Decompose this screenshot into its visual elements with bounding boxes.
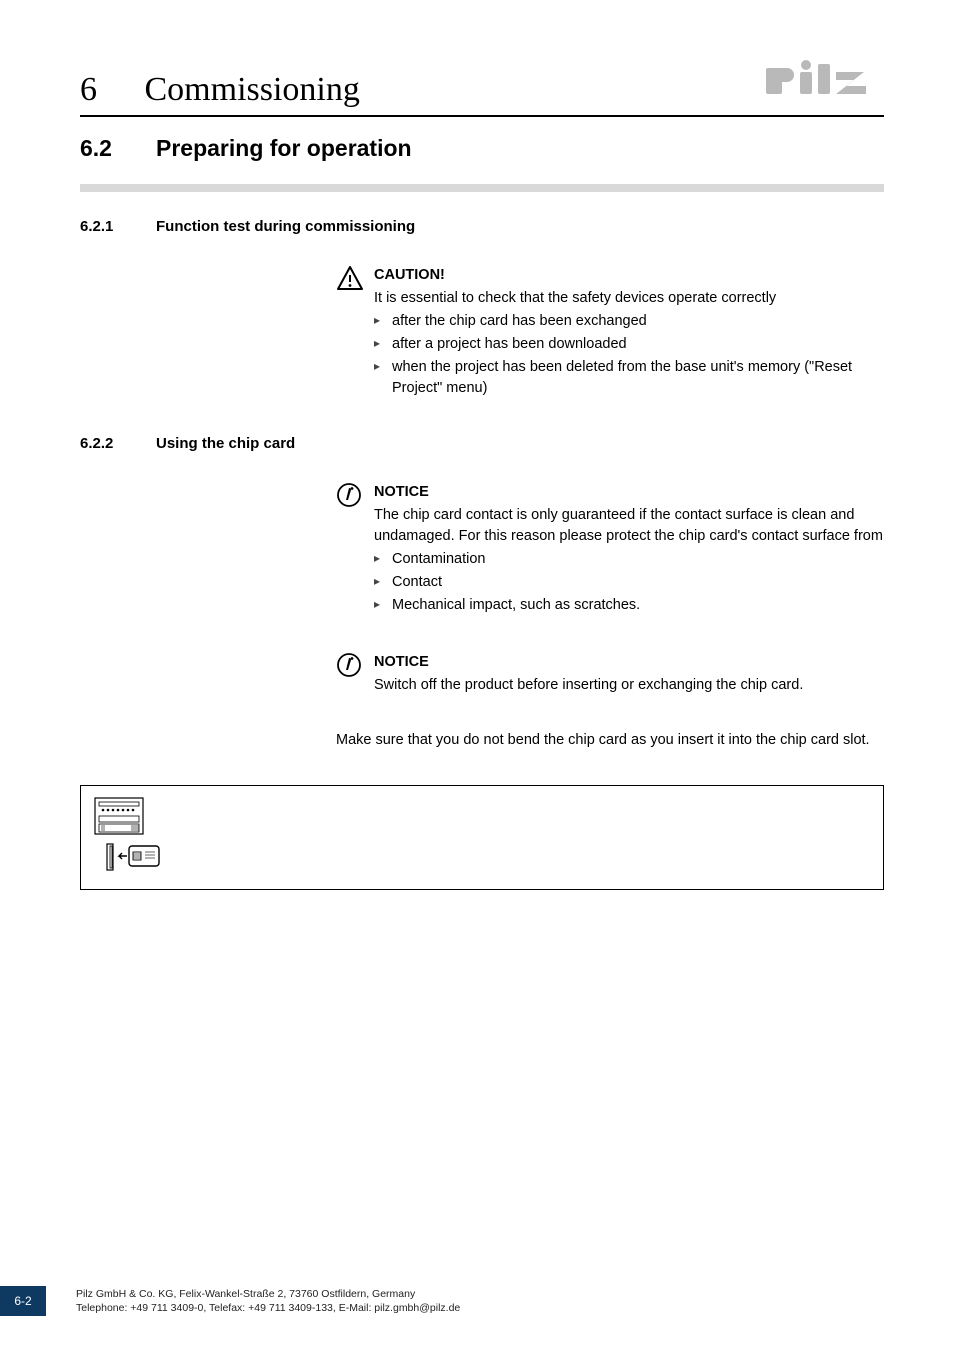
footer-line-1: Pilz GmbH & Co. KG, Felix-Wankel-Straße … (76, 1287, 460, 1301)
chapter-number: 6 (80, 71, 136, 109)
notice-body: Switch off the product before inserting … (374, 675, 803, 696)
caution-icon (336, 265, 374, 401)
footer-text: Pilz GmbH & Co. KG, Felix-Wankel-Straße … (76, 1287, 460, 1315)
list-item: when the project has been deleted from t… (374, 357, 884, 399)
list-item: Contact (374, 572, 884, 593)
notice-block: NOTICE The chip card contact is only gua… (336, 482, 884, 618)
notice-label: NOTICE (374, 652, 803, 673)
chip-card-figure (80, 785, 884, 890)
notice-text: NOTICE Switch off the product before ins… (374, 652, 803, 696)
notice-list: Contamination Contact Mechanical impact,… (374, 549, 884, 616)
subsection-heading: 6.2.1 Function test during commissioning (80, 218, 884, 235)
notice-icon (336, 652, 374, 696)
section-heading: 6.2 Preparing for operation (80, 135, 884, 162)
subsection-title: Function test during commissioning (156, 218, 415, 235)
notice-icon (336, 482, 374, 618)
page: 6 Commissioning 6.2 Preparing for operat… (0, 0, 954, 1350)
list-item: Mechanical impact, such as scratches. (374, 595, 884, 616)
chapter-heading: 6 Commissioning (80, 71, 360, 109)
pilz-logo-icon (766, 60, 884, 107)
section-title: Preparing for operation (156, 135, 412, 162)
caution-block: CAUTION! It is essential to check that t… (336, 265, 884, 401)
caution-text: CAUTION! It is essential to check that t… (374, 265, 884, 401)
chapter-title: Commissioning (145, 71, 360, 108)
list-item: after the chip card has been exchanged (374, 311, 884, 332)
subsection-heading: 6.2.2 Using the chip card (80, 435, 884, 452)
subsection-number: 6.2.2 (80, 435, 156, 452)
list-item: after a project has been downloaded (374, 334, 884, 355)
chip-card-paragraph: Make sure that you do not bend the chip … (336, 730, 884, 751)
caution-label: CAUTION! (374, 265, 884, 286)
subsection-title: Using the chip card (156, 435, 295, 452)
page-footer: 6-2 Pilz GmbH & Co. KG, Felix-Wankel-Str… (0, 1286, 954, 1316)
caution-intro: It is essential to check that the safety… (374, 288, 884, 309)
paragraph-block: Make sure that you do not bend the chip … (336, 730, 884, 751)
notice-body: The chip card contact is only guaranteed… (374, 505, 884, 547)
chip-card-insert-icon (93, 796, 179, 874)
caution-list: after the chip card has been exchanged a… (374, 311, 884, 399)
notice-label: NOTICE (374, 482, 884, 503)
divider-bar (80, 184, 884, 192)
section-number: 6.2 (80, 135, 156, 162)
footer-line-2: Telephone: +49 711 3409-0, Telefax: +49 … (76, 1301, 460, 1315)
notice-block: NOTICE Switch off the product before ins… (336, 652, 884, 696)
page-header: 6 Commissioning (80, 60, 884, 117)
notice-text: NOTICE The chip card contact is only gua… (374, 482, 884, 618)
subsection-number: 6.2.1 (80, 218, 156, 235)
list-item: Contamination (374, 549, 884, 570)
page-number: 6-2 (0, 1286, 46, 1316)
